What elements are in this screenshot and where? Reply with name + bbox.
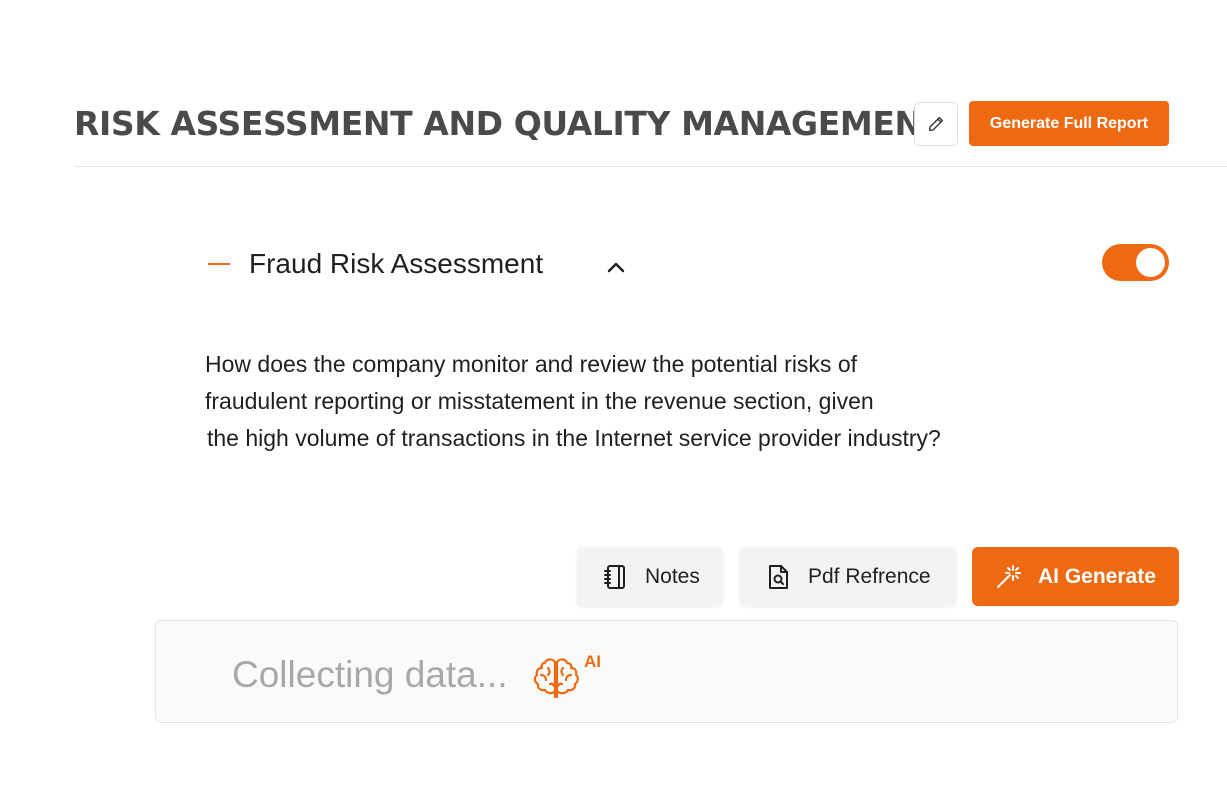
- file-search-icon: [769, 564, 788, 589]
- edit-title-button[interactable]: [914, 102, 958, 146]
- ai-generate-button[interactable]: AI Generate: [972, 547, 1179, 606]
- pencil-icon: [928, 116, 944, 132]
- ai-output-box[interactable]: Collecting data... AI: [155, 620, 1178, 723]
- notes-button[interactable]: Notes: [577, 547, 723, 606]
- notebook-icon: [604, 564, 625, 589]
- page-title: RISK ASSESSMENT AND QUALITY MANAGEMENT: [74, 104, 944, 143]
- pdf-reference-label: Pdf Refrence: [808, 564, 931, 588]
- notes-label: Notes: [645, 564, 700, 588]
- section-title: Fraud Risk Assessment: [249, 248, 544, 279]
- ai-badge: AI: [584, 652, 601, 671]
- question-text: How does the company monitor and review …: [205, 346, 1085, 457]
- generate-full-report-button[interactable]: Generate Full Report: [969, 101, 1169, 146]
- header-divider: [74, 166, 1227, 167]
- question-line: How does the company monitor and review …: [205, 351, 857, 377]
- pdf-reference-button[interactable]: Pdf Refrence: [740, 547, 956, 606]
- magic-wand-icon: [997, 564, 1021, 588]
- chevron-up-icon[interactable]: [604, 258, 628, 276]
- brain-icon: [533, 658, 579, 698]
- ai-generate-label: AI Generate: [1038, 564, 1156, 588]
- question-line: the high volume of transactions in the I…: [207, 425, 941, 451]
- toggle-knob: [1136, 248, 1165, 277]
- question-line: fraudulent reporting or misstatement in …: [205, 388, 874, 414]
- status-text: Collecting data...: [232, 654, 508, 695]
- page: RISK ASSESSMENT AND QUALITY MANAGEMENT G…: [0, 0, 1227, 812]
- section-enabled-toggle[interactable]: [1102, 244, 1169, 281]
- minus-icon[interactable]: [208, 263, 230, 265]
